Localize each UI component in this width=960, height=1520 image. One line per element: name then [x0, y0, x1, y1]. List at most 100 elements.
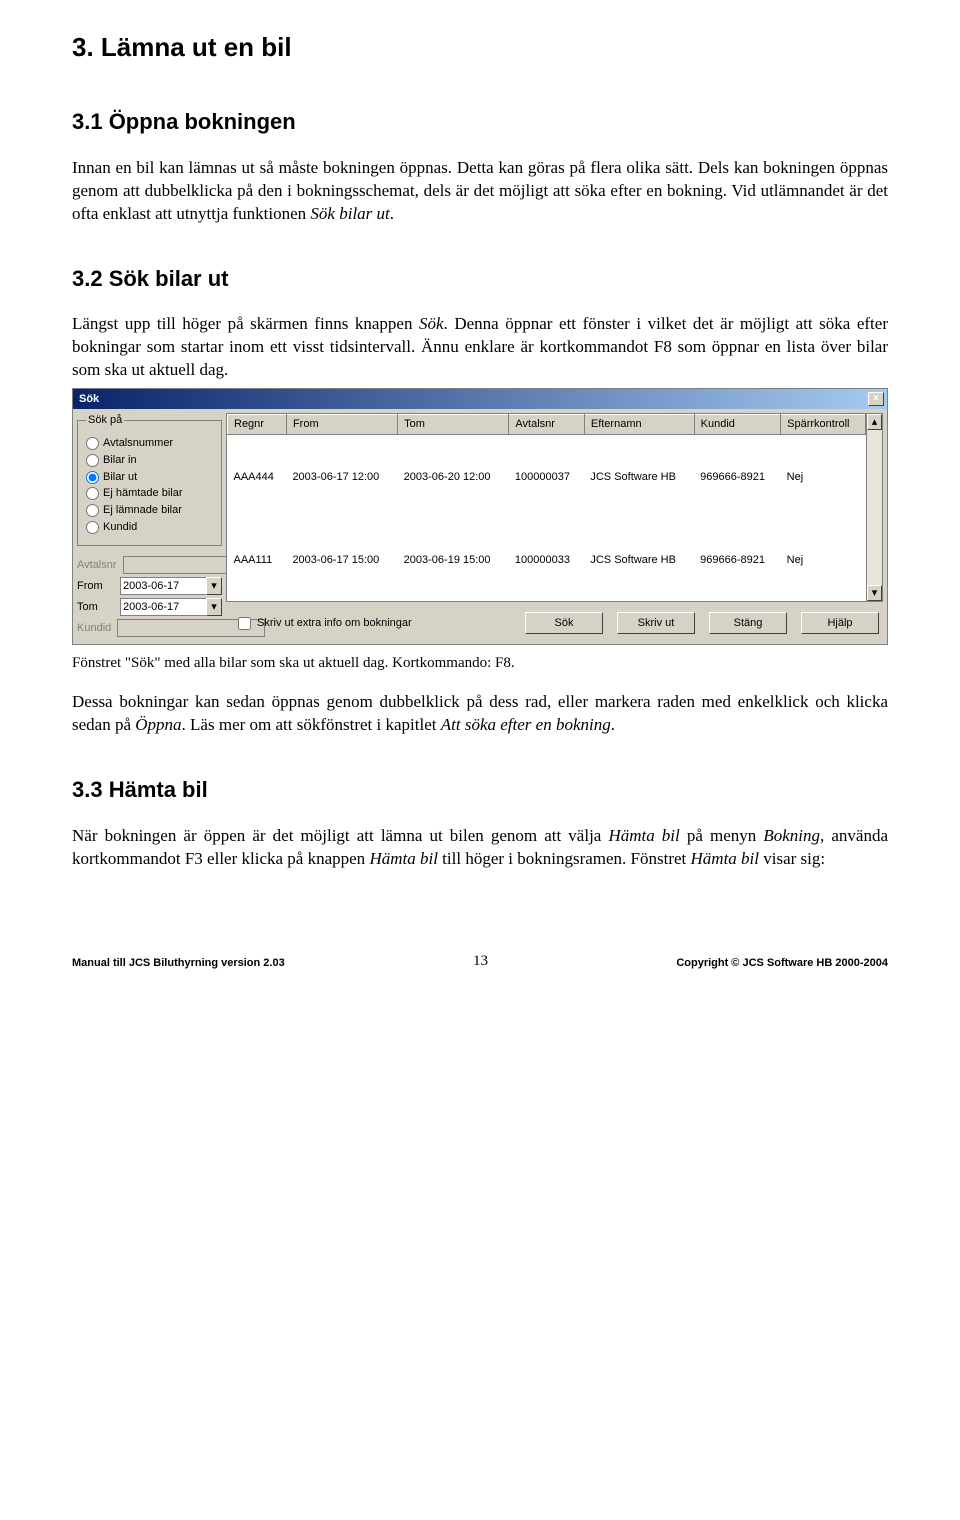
skriv-ut-button[interactable]: Skriv ut — [617, 612, 695, 634]
label-tom: Tom — [77, 600, 114, 615]
cell: 2003-06-17 12:00 — [286, 434, 397, 518]
col-efternamn[interactable]: Efternamn — [584, 415, 694, 435]
radio-input[interactable] — [86, 487, 99, 500]
from-dropdown-button[interactable]: ▾ — [206, 577, 222, 595]
page-number: 13 — [473, 951, 488, 971]
cell: 2003-06-19 15:00 — [398, 519, 509, 601]
results-table-wrap: Regnr From Tom Avtalsnr Efternamn Kundid… — [226, 413, 883, 602]
text: Längst upp till höger på skärmen finns k… — [72, 314, 419, 333]
table-row[interactable]: AAA111 2003-06-17 15:00 2003-06-19 15:00… — [228, 519, 866, 601]
tom-dropdown-button[interactable]: ▾ — [206, 598, 222, 616]
col-from[interactable]: From — [286, 415, 397, 435]
text-italic: Hämta bil — [608, 826, 679, 845]
cell: 969666-8921 — [694, 434, 780, 518]
col-regnr[interactable]: Regnr — [228, 415, 287, 435]
left-column: Sök på Avtalsnummer Bilar in Bilar ut Ej… — [77, 413, 222, 640]
scroll-up-button[interactable]: ▴ — [867, 414, 882, 430]
chevron-down-icon: ▾ — [211, 600, 217, 615]
text: visar sig: — [759, 849, 825, 868]
titlebar: Sök × — [73, 389, 887, 409]
heading-1: 3. Lämna ut en bil — [72, 30, 888, 65]
triangle-up-icon: ▴ — [872, 415, 878, 430]
from-date-input[interactable] — [120, 577, 206, 595]
radio-bilar-ut[interactable]: Bilar ut — [86, 470, 213, 485]
page-footer: Manual till JCS Biluthyrning version 2.0… — [72, 951, 888, 971]
text-italic: Hämta bil — [369, 849, 437, 868]
paragraph-32b: Dessa bokningar kan sedan öppnas genom d… — [72, 691, 888, 737]
text: på menyn — [680, 826, 764, 845]
cell: AAA444 — [228, 434, 287, 518]
from-date-wrap[interactable]: ▾ — [120, 577, 222, 595]
button-bar: Skriv ut extra info om bokningar Sök Skr… — [226, 602, 883, 640]
figure-caption: Fönstret "Sök" med alla bilar som ska ut… — [72, 653, 888, 673]
window-body: Sök på Avtalsnummer Bilar in Bilar ut Ej… — [73, 409, 887, 644]
scroll-track[interactable] — [867, 430, 882, 585]
cell: JCS Software HB — [584, 519, 694, 601]
results-table: Regnr From Tom Avtalsnr Efternamn Kundid… — [227, 414, 866, 601]
text: Innan en bil kan lämnas ut så måste bokn… — [72, 158, 888, 223]
text: . Läs mer om att sökfönstret i kapitlet — [182, 715, 441, 734]
text-italic: Hämta bil — [691, 849, 759, 868]
extra-info-checkbox[interactable] — [238, 617, 251, 630]
col-kundid[interactable]: Kundid — [694, 415, 780, 435]
col-sparrkontroll[interactable]: Spärrkontroll — [781, 415, 866, 435]
paragraph-32a: Längst upp till höger på skärmen finns k… — [72, 313, 888, 382]
chevron-down-icon: ▾ — [211, 579, 217, 594]
fields-group: Avtalsnr From ▾ Tom ▾ — [77, 556, 222, 637]
text: till höger i bokningsramen. Fönstret — [438, 849, 691, 868]
table-row[interactable]: AAA444 2003-06-17 12:00 2003-06-20 12:00… — [228, 434, 866, 518]
checkbox-label: Skriv ut extra info om bokningar — [257, 616, 412, 631]
text: . — [611, 715, 615, 734]
radio-label: Avtalsnummer — [103, 436, 173, 451]
paragraph-31: Innan en bil kan lämnas ut så måste bokn… — [72, 157, 888, 226]
text: . — [390, 204, 394, 223]
checkbox-row[interactable]: Skriv ut extra info om bokningar — [238, 616, 412, 631]
text-italic: Sök bilar ut — [310, 204, 389, 223]
label-avtalsnr: Avtalsnr — [77, 558, 117, 573]
text-italic: Bokning — [763, 826, 820, 845]
radio-bilar-in[interactable]: Bilar in — [86, 453, 213, 468]
field-from: From ▾ — [77, 577, 222, 595]
scroll-down-button[interactable]: ▾ — [867, 585, 882, 601]
sok-pa-fieldset: Sök på Avtalsnummer Bilar in Bilar ut Ej… — [77, 413, 222, 546]
sok-window: Sök × Sök på Avtalsnummer Bilar in Bilar… — [72, 388, 888, 645]
label-kundid: Kundid — [77, 621, 111, 636]
field-tom: Tom ▾ — [77, 598, 222, 616]
radio-label: Kundid — [103, 520, 137, 535]
table-header-row: Regnr From Tom Avtalsnr Efternamn Kundid… — [228, 415, 866, 435]
sok-button[interactable]: Sök — [525, 612, 603, 634]
close-button[interactable]: × — [868, 392, 884, 406]
footer-left: Manual till JCS Biluthyrning version 2.0… — [72, 956, 285, 971]
label-from: From — [77, 579, 114, 594]
radio-input[interactable] — [86, 471, 99, 484]
window-title: Sök — [79, 392, 99, 407]
cell: AAA111 — [228, 519, 287, 601]
cell: 2003-06-17 15:00 — [286, 519, 397, 601]
hjalp-button[interactable]: Hjälp — [801, 612, 879, 634]
radio-kundid[interactable]: Kundid — [86, 520, 213, 535]
radio-input[interactable] — [86, 454, 99, 467]
tom-date-wrap[interactable]: ▾ — [120, 598, 222, 616]
stang-button[interactable]: Stäng — [709, 612, 787, 634]
radio-ej-hamtade[interactable]: Ej hämtade bilar — [86, 486, 213, 501]
radio-input[interactable] — [86, 504, 99, 517]
cell: Nej — [781, 519, 866, 601]
col-avtalsnr[interactable]: Avtalsnr — [509, 415, 584, 435]
heading-31: 3.1 Öppna bokningen — [72, 107, 888, 137]
triangle-down-icon: ▾ — [872, 586, 878, 601]
col-tom[interactable]: Tom — [398, 415, 509, 435]
text: När bokningen är öppen är det möjligt at… — [72, 826, 608, 845]
heading-33: 3.3 Hämta bil — [72, 775, 888, 805]
radio-label: Bilar ut — [103, 470, 137, 485]
field-avtalsnr: Avtalsnr — [77, 556, 222, 574]
tom-date-input[interactable] — [120, 598, 206, 616]
cell: 100000033 — [509, 519, 584, 601]
radio-avtalsnummer[interactable]: Avtalsnummer — [86, 436, 213, 451]
radio-ej-lamnade[interactable]: Ej lämnade bilar — [86, 503, 213, 518]
scrollbar[interactable]: ▴ ▾ — [866, 414, 882, 601]
radio-label: Ej hämtade bilar — [103, 486, 183, 501]
radio-input[interactable] — [86, 437, 99, 450]
cell: 2003-06-20 12:00 — [398, 434, 509, 518]
cell: JCS Software HB — [584, 434, 694, 518]
radio-input[interactable] — [86, 521, 99, 534]
